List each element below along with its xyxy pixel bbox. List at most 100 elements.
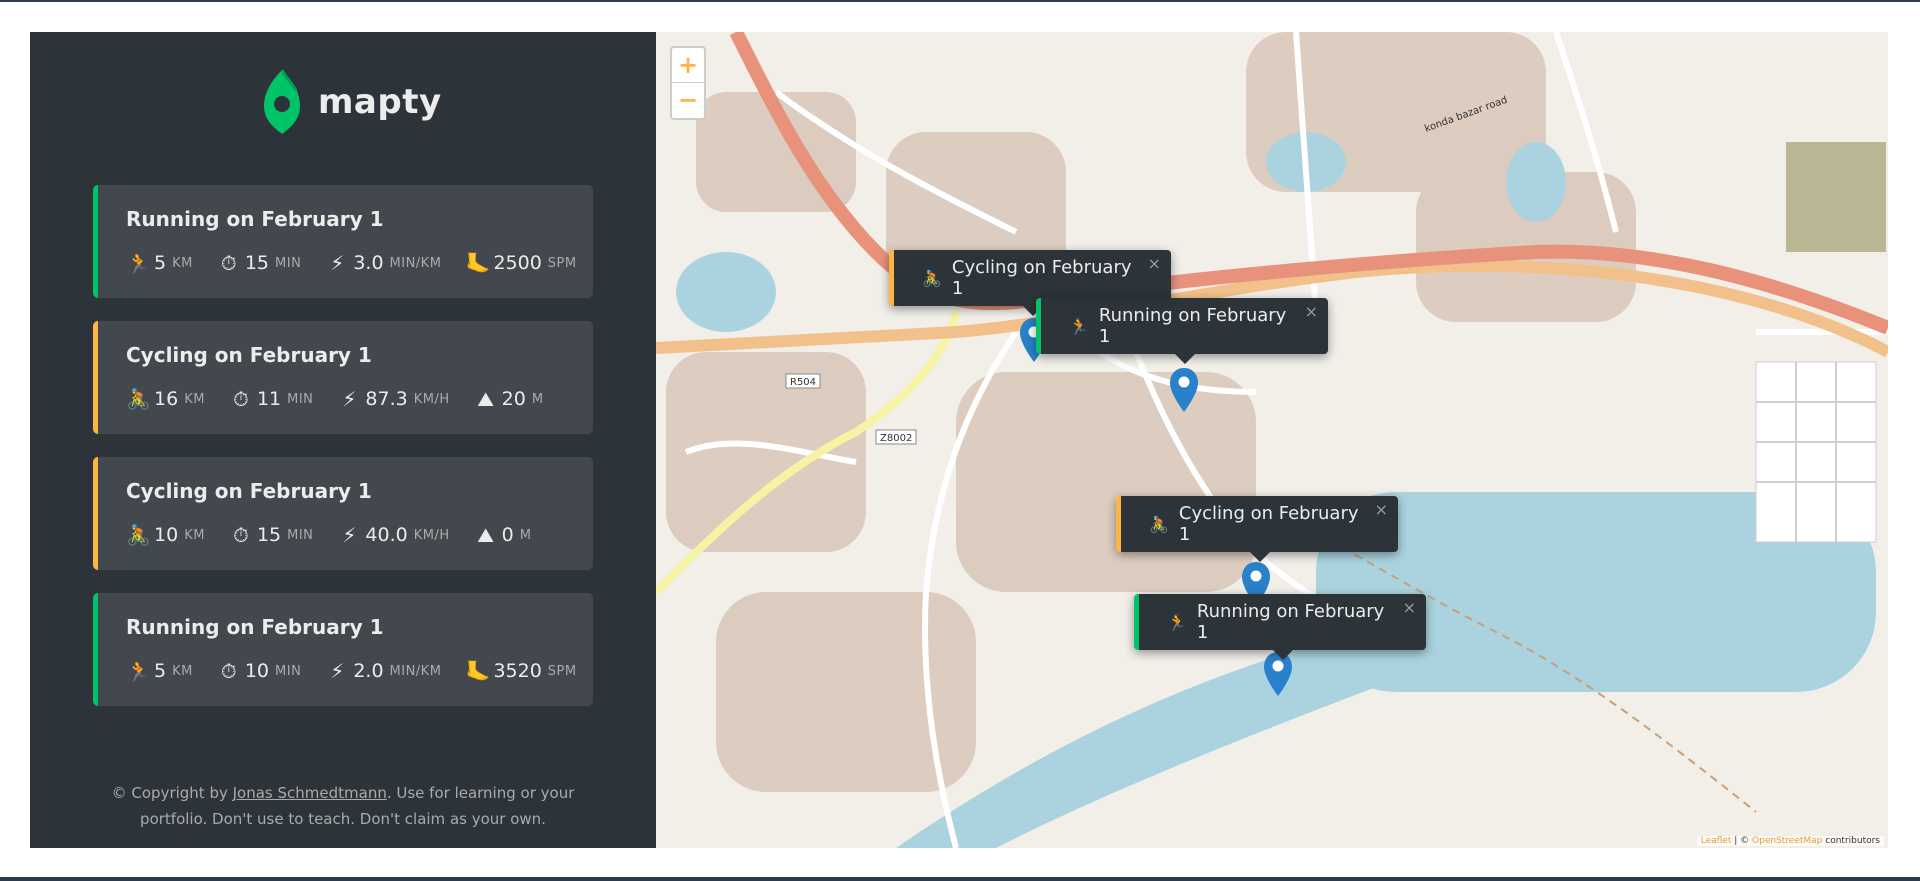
- workout-detail: 🦶 2500 spm: [465, 251, 576, 275]
- detail-unit: min: [287, 391, 314, 407]
- detail-value: 11: [256, 388, 282, 410]
- detail-unit: km: [184, 527, 205, 543]
- author-link[interactable]: Jonas Schmedtmann: [233, 784, 387, 802]
- cycling-icon: 🚴: [922, 268, 942, 288]
- detail-unit: min: [275, 255, 302, 271]
- close-icon[interactable]: ×: [1305, 302, 1318, 321]
- workout-detail: ⏱ 15 min: [217, 251, 301, 275]
- cycling-icon: 🚴: [1149, 514, 1169, 534]
- app-name: mapty: [318, 82, 442, 122]
- close-icon[interactable]: ×: [1148, 254, 1161, 273]
- workout-list: Running on February 1 🏃 5 km ⏱ 15 min ⚡ 3.0 min/k…: [93, 185, 593, 729]
- detail-value: 3.0: [353, 252, 384, 274]
- map-attribution: Leaflet | © OpenStreetMap contributors: [1696, 836, 1884, 846]
- cycling-icon: 🚴: [126, 387, 151, 411]
- detail-value: 15: [256, 524, 282, 546]
- map-tiles[interactable]: R504 Z8002 konda bazar road: [656, 32, 1888, 848]
- logo: mapty: [262, 68, 442, 136]
- workout-detail: ⏱ 11 min: [229, 387, 313, 411]
- workout-detail: ⛰ 20 m: [474, 387, 544, 411]
- detail-unit: min/km: [389, 663, 442, 679]
- detail-unit: min/km: [389, 255, 442, 271]
- osm-link[interactable]: OpenStreetMap: [1752, 836, 1822, 846]
- workout-detail: ⏱ 15 min: [229, 523, 313, 547]
- map[interactable]: R504 Z8002 konda bazar road + − 🚴 Cyclin…: [656, 32, 1888, 848]
- stopwatch-icon: ⏱: [233, 387, 249, 411]
- workout-detail: ⏱ 10 min: [217, 659, 301, 683]
- running-icon: 🏃: [1167, 612, 1187, 632]
- workout-card-running[interactable]: Running on February 1 🏃 5 km ⏱ 10 min ⚡ 2.0 min/k…: [93, 593, 593, 706]
- foot-icon: 🦶: [465, 251, 491, 275]
- detail-unit: m: [519, 527, 532, 543]
- road-label-r504: R504: [790, 377, 816, 388]
- detail-value: 2500: [493, 252, 542, 274]
- attribution-sep: | ©: [1731, 836, 1753, 846]
- workout-card-running[interactable]: Running on February 1 🏃 5 km ⏱ 15 min ⚡ 3.0 min/k…: [93, 185, 593, 298]
- detail-unit: min: [287, 527, 314, 543]
- workout-title: Running on February 1: [126, 207, 384, 231]
- detail-unit: km: [184, 391, 205, 407]
- detail-unit: spm: [547, 663, 577, 679]
- cycling-icon: 🚴: [126, 523, 151, 547]
- detail-value: 10: [154, 524, 179, 546]
- stopwatch-icon: ⏱: [233, 523, 249, 547]
- detail-unit: km/h: [413, 527, 450, 543]
- detail-value: 5: [154, 252, 167, 274]
- workout-detail: 🚴 10 km: [126, 523, 205, 547]
- running-icon: 🏃: [126, 251, 151, 275]
- copyright: © Copyright by Jonas Schmedtmann. Use fo…: [110, 780, 576, 832]
- running-icon: 🏃: [1069, 316, 1089, 336]
- workout-title: Cycling on February 1: [126, 479, 372, 503]
- stopwatch-icon: ⏱: [221, 251, 237, 275]
- detail-unit: spm: [547, 255, 577, 271]
- bottom-rule: [0, 877, 1920, 881]
- marker-pin-icon[interactable]: [1168, 366, 1200, 414]
- map-pin-logo-icon: [264, 69, 300, 134]
- detail-value: 0: [501, 524, 514, 546]
- detail-value: 15: [244, 252, 270, 274]
- workout-details: 🚴 16 km ⏱ 11 min ⚡ 87.3 km/h ⛰ 20 m: [126, 387, 593, 411]
- detail-value: 20: [501, 388, 526, 410]
- workout-detail: 🏃 5 km: [126, 251, 193, 275]
- workout-details: 🚴 10 km ⏱ 15 min ⚡ 40.0 km/h ⛰ 0 m: [126, 523, 593, 547]
- workout-popup[interactable]: 🏃 Running on February 1 ×: [1134, 594, 1426, 660]
- detail-value: 3520: [493, 660, 542, 682]
- close-icon[interactable]: ×: [1375, 500, 1388, 519]
- workout-detail: 🚴 16 km: [126, 387, 205, 411]
- zoom-out-button[interactable]: −: [672, 83, 704, 118]
- lightning-icon: ⚡: [330, 659, 345, 683]
- sidebar: mapty Running on February 1 🏃 5 km ⏱ 15 min ⚡ 3.…: [30, 32, 656, 848]
- popup-label: Running on February 1: [1196, 601, 1385, 643]
- lightning-icon: ⚡: [330, 251, 345, 275]
- workout-popup[interactable]: 🏃 Running on February 1 ×: [1036, 298, 1328, 364]
- workout-popup[interactable]: 🚴 Cycling on February 1 ×: [1116, 496, 1398, 562]
- mountain-icon: ⛰: [477, 523, 495, 547]
- zoom-control: + −: [670, 46, 706, 120]
- running-icon: 🏃: [126, 659, 151, 683]
- detail-unit: m: [531, 391, 544, 407]
- popup-label: Running on February 1: [1098, 305, 1287, 347]
- workout-detail: ⚡ 2.0 min/km: [325, 659, 441, 683]
- popup-label: Cycling on February 1: [951, 257, 1132, 299]
- workout-detail: ⛰ 0 m: [474, 523, 532, 547]
- close-icon[interactable]: ×: [1403, 598, 1416, 617]
- workout-title: Running on February 1: [126, 615, 384, 639]
- lightning-icon: ⚡: [342, 523, 357, 547]
- detail-unit: min: [275, 663, 302, 679]
- detail-value: 10: [244, 660, 270, 682]
- foot-icon: 🦶: [465, 659, 491, 683]
- detail-unit: km: [172, 663, 193, 679]
- zoom-in-button[interactable]: +: [672, 48, 704, 83]
- workout-card-cycling[interactable]: Cycling on February 1 🚴 16 km ⏱ 11 min ⚡ 87.3 km/…: [93, 321, 593, 434]
- popup-label: Cycling on February 1: [1178, 503, 1359, 545]
- workout-card-cycling[interactable]: Cycling on February 1 🚴 10 km ⏱ 15 min ⚡ 40.0 km/…: [93, 457, 593, 570]
- detail-value: 40.0: [365, 524, 408, 546]
- workout-details: 🏃 5 km ⏱ 15 min ⚡ 3.0 min/km 🦶 2500 spm: [126, 251, 593, 275]
- leaflet-link[interactable]: Leaflet: [1701, 836, 1732, 846]
- workout-details: 🏃 5 km ⏱ 10 min ⚡ 2.0 min/km 🦶 3520 spm: [126, 659, 593, 683]
- detail-unit: km: [172, 255, 193, 271]
- top-rule: [0, 0, 1920, 2]
- stopwatch-icon: ⏱: [221, 659, 237, 683]
- workout-detail: ⚡ 40.0 km/h: [337, 523, 449, 547]
- detail-value: 2.0: [353, 660, 384, 682]
